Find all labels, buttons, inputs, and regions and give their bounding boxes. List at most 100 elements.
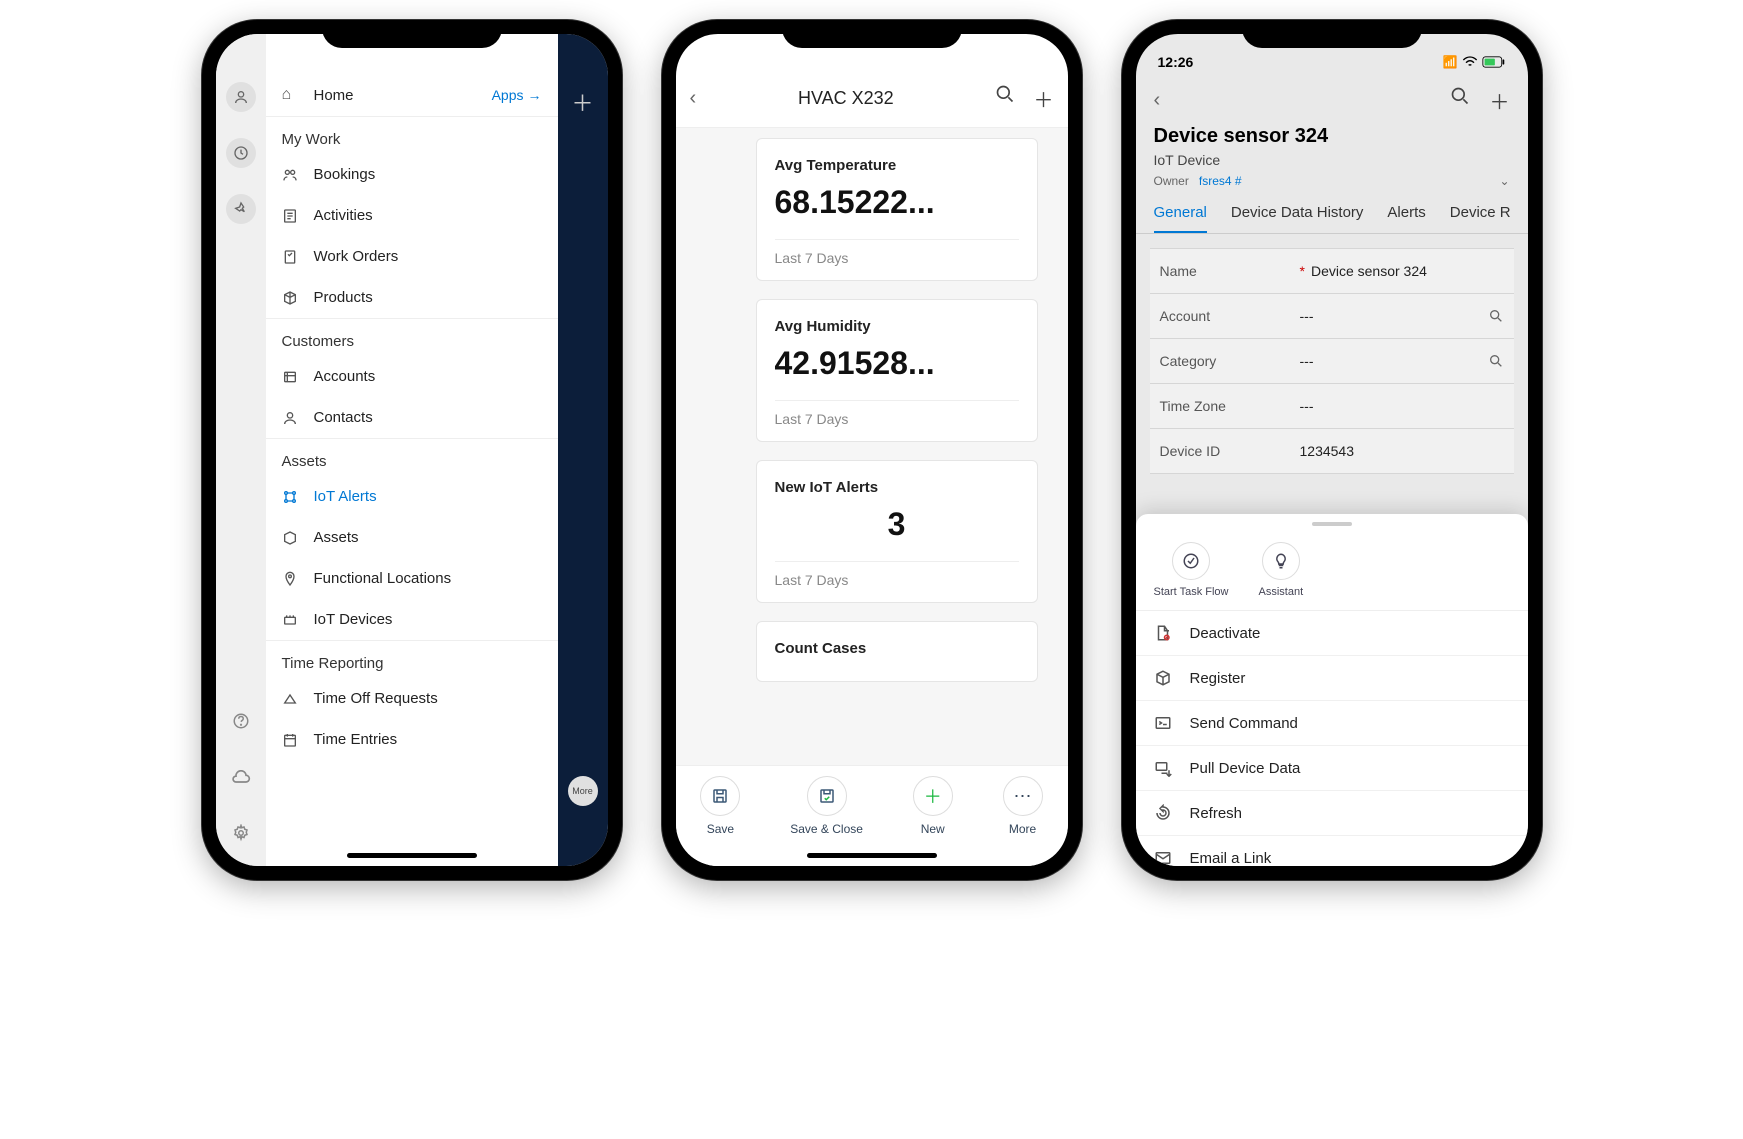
nav-accounts[interactable]: Accounts	[266, 356, 558, 397]
action-pull-device-data[interactable]: Pull Device Data	[1136, 746, 1528, 791]
card-count-cases[interactable]: Count Cases	[756, 621, 1038, 682]
more-icon: ⋯	[1003, 776, 1043, 816]
contacts-icon	[282, 410, 300, 426]
command-icon	[1154, 714, 1174, 732]
assets-icon	[282, 530, 300, 546]
nav-activities[interactable]: Activities	[266, 195, 558, 236]
recent-icon[interactable]	[226, 138, 256, 168]
page-subtitle: IoT Device	[1154, 152, 1510, 168]
owner-row[interactable]: Owner fsres4 # ⌄	[1136, 168, 1528, 194]
home-icon: ⌂	[282, 86, 300, 104]
location-icon	[282, 571, 300, 587]
new-icon: ＋	[913, 776, 953, 816]
lookup-icon[interactable]	[1488, 308, 1504, 324]
time-entries-icon	[282, 732, 300, 748]
owner-label: Owner	[1154, 174, 1189, 188]
nav-time-off[interactable]: Time Off Requests	[266, 678, 558, 719]
home-indicator	[347, 853, 477, 858]
new-button[interactable]: ＋New	[913, 776, 953, 836]
tab-device-data-history[interactable]: Device Data History	[1231, 204, 1364, 233]
back-button[interactable]: ‹	[1154, 89, 1161, 112]
work-orders-icon	[282, 249, 300, 265]
nav-bookings[interactable]: Bookings	[266, 154, 558, 195]
field-name[interactable]: Name*Device sensor 324	[1150, 248, 1514, 294]
back-button[interactable]: ‹	[690, 87, 697, 110]
card-avg-humidity[interactable]: Avg Humidity 42.91528... Last 7 Days	[756, 299, 1038, 442]
owner-value: fsres4 #	[1199, 174, 1242, 188]
add-icon[interactable]: ＋	[571, 86, 593, 118]
header: ‹ HVAC X232 ＋	[676, 70, 1068, 128]
profile-icon[interactable]	[226, 82, 256, 112]
section-heading: Time Reporting	[266, 640, 558, 678]
apps-link[interactable]: Apps →	[492, 87, 542, 103]
nav-products[interactable]: Products	[266, 277, 558, 318]
required-marker: *	[1300, 263, 1305, 279]
header: ‹ ＋	[1136, 76, 1528, 125]
card-new-iot-alerts[interactable]: New IoT Alerts 3 Last 7 Days	[756, 460, 1038, 603]
pull-data-icon	[1154, 759, 1174, 777]
phone-mock-2: ‹ HVAC X232 ＋ Avg Temperature 68.15222..…	[662, 20, 1082, 880]
pin-icon[interactable]	[226, 194, 256, 224]
action-refresh[interactable]: Refresh	[1136, 791, 1528, 836]
register-icon	[1154, 669, 1174, 687]
chevron-down-icon[interactable]: ⌄	[1499, 174, 1509, 188]
nav-panel: ⌂ Home Apps → My Work Bookings Activitie…	[266, 34, 558, 866]
card-avg-temperature[interactable]: Avg Temperature 68.15222... Last 7 Days	[756, 138, 1038, 281]
field-list: Name*Device sensor 324 Account--- Catego…	[1136, 234, 1528, 480]
tab-device-r[interactable]: Device R	[1450, 204, 1511, 233]
home-indicator	[807, 853, 937, 858]
save-icon	[700, 776, 740, 816]
field-account[interactable]: Account---	[1150, 294, 1514, 339]
nav-home[interactable]: ⌂ Home Apps →	[266, 74, 558, 116]
field-device-id[interactable]: Device ID1234543	[1150, 429, 1514, 474]
nav-assets[interactable]: Assets	[266, 517, 558, 558]
signal-icon: 📶	[1443, 55, 1458, 69]
status-time: 12:26	[1158, 54, 1194, 70]
action-register[interactable]: Register	[1136, 656, 1528, 701]
sheet-handle[interactable]	[1312, 522, 1352, 526]
nav-work-orders[interactable]: Work Orders	[266, 236, 558, 277]
assistant-button[interactable]: Assistant	[1259, 542, 1304, 598]
action-email-link[interactable]: Email a Link	[1136, 836, 1528, 866]
action-deactivate[interactable]: Deactivate	[1136, 611, 1528, 656]
field-time-zone[interactable]: Time Zone---	[1150, 384, 1514, 429]
nav-iot-alerts[interactable]: IoT Alerts	[266, 476, 558, 517]
section-heading: Customers	[266, 318, 558, 356]
time-off-icon	[282, 691, 300, 707]
refresh-icon	[1154, 804, 1174, 822]
left-rail	[216, 34, 266, 866]
deactivate-icon	[1154, 624, 1174, 642]
tab-alerts[interactable]: Alerts	[1387, 204, 1425, 233]
search-icon[interactable]	[995, 84, 1015, 113]
save-button[interactable]: Save	[700, 776, 740, 836]
email-icon	[1154, 849, 1174, 866]
nav-iot-devices[interactable]: IoT Devices	[266, 599, 558, 640]
cloud-icon[interactable]	[226, 762, 256, 792]
lookup-icon[interactable]	[1488, 353, 1504, 369]
iot-devices-icon	[282, 612, 300, 628]
action-sheet: Start Task Flow Assistant Deactivate Reg…	[1136, 514, 1528, 866]
save-close-icon	[807, 776, 847, 816]
tab-general[interactable]: General	[1154, 204, 1207, 233]
section-heading: My Work	[266, 116, 558, 154]
save-close-button[interactable]: Save & Close	[790, 776, 863, 836]
add-icon[interactable]: ＋	[1490, 86, 1510, 115]
phone-mock-1: ⌂ Home Apps → My Work Bookings Activitie…	[202, 20, 622, 880]
bottom-toolbar: Save Save & Close ＋New ⋯More	[676, 765, 1068, 866]
action-send-command[interactable]: Send Command	[1136, 701, 1528, 746]
field-category[interactable]: Category---	[1150, 339, 1514, 384]
nav-contacts[interactable]: Contacts	[266, 397, 558, 438]
start-task-flow-button[interactable]: Start Task Flow	[1154, 542, 1229, 598]
help-icon[interactable]	[226, 706, 256, 736]
add-icon[interactable]: ＋	[1033, 84, 1053, 113]
more-button[interactable]: More	[568, 776, 598, 806]
search-icon[interactable]	[1450, 86, 1470, 115]
products-icon	[282, 290, 300, 306]
gear-icon[interactable]	[226, 818, 256, 848]
more-button[interactable]: ⋯More	[1003, 776, 1043, 836]
tabs: General Device Data History Alerts Devic…	[1136, 194, 1528, 234]
nav-time-entries[interactable]: Time Entries	[266, 719, 558, 760]
accounts-icon	[282, 369, 300, 385]
nav-functional-locations[interactable]: Functional Locations	[266, 558, 558, 599]
status-bar: 12:26 📶	[1136, 48, 1528, 76]
